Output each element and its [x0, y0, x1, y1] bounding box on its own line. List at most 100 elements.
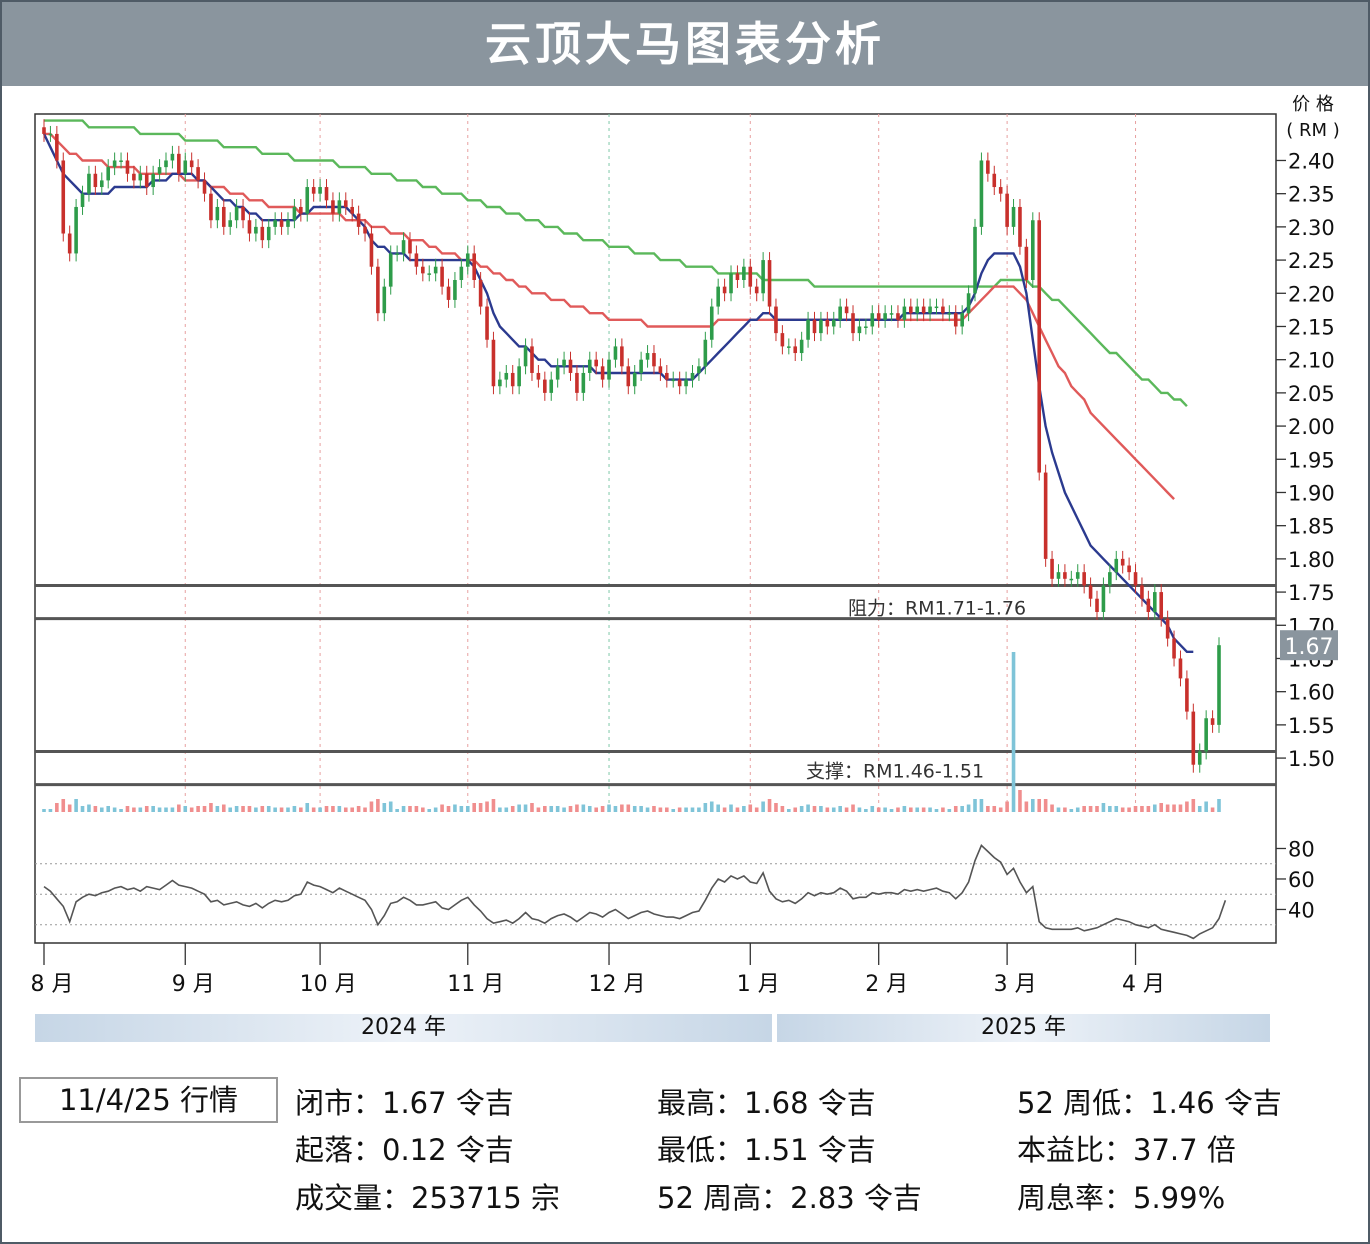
candle-body	[594, 359, 598, 367]
candle-body	[851, 313, 855, 334]
candle-body	[1165, 618, 1170, 639]
volume-bar	[851, 804, 855, 812]
volume-bar	[652, 806, 656, 812]
price-tick-label: 1.75	[1288, 581, 1335, 605]
candle-body	[806, 319, 810, 340]
volume-bar	[864, 809, 868, 812]
candle-body	[286, 220, 290, 227]
candle-body	[189, 160, 194, 168]
volume-bar	[921, 807, 926, 812]
volume-bar	[889, 809, 894, 812]
candle-body	[1088, 585, 1093, 599]
candle-body	[857, 326, 862, 334]
volume-bar	[125, 806, 130, 812]
candle-body	[889, 313, 894, 315]
volume-bar	[1146, 806, 1151, 812]
volume-bar	[639, 806, 643, 812]
candle-body	[1197, 751, 1202, 765]
candle-body	[144, 173, 149, 188]
volume-bar	[311, 807, 316, 812]
current-price-label: 1.67	[1285, 635, 1334, 660]
candle-body	[774, 306, 778, 334]
volume-bar	[909, 807, 913, 812]
candle-body	[510, 372, 515, 387]
candle-body	[787, 346, 791, 348]
candle-body	[754, 286, 759, 294]
chart-title: 云顶大马图表分析	[485, 17, 885, 71]
volume-bar	[973, 799, 977, 812]
candle-body	[947, 313, 952, 315]
volume-bar	[1108, 806, 1112, 812]
volume-bar	[260, 806, 265, 812]
volume-bar	[729, 804, 733, 812]
volume-bar	[671, 809, 676, 812]
candle-body	[934, 306, 939, 309]
volume-bar	[177, 804, 181, 812]
candle-body	[440, 266, 444, 287]
candle-body	[324, 187, 329, 201]
stat-dividend-yield: 周息率：5.99%	[1017, 1181, 1226, 1215]
support-label: 支撑：RM1.46-1.51	[806, 760, 984, 782]
volume-bar	[1165, 804, 1170, 812]
candle-body	[254, 226, 258, 234]
candle-body	[844, 306, 849, 314]
candle-body	[164, 160, 168, 168]
volume-bar	[966, 804, 971, 812]
candle-body	[1024, 246, 1029, 280]
candle-body	[42, 127, 46, 134]
candle-body	[966, 293, 971, 314]
candle-body	[819, 319, 823, 334]
candle-body	[279, 220, 284, 227]
candle-body	[716, 286, 720, 307]
candle-body	[780, 333, 785, 347]
volume-bar	[369, 801, 374, 812]
price-axis-title: 价 格	[1292, 94, 1334, 115]
volume-bar	[254, 807, 258, 812]
candle-body	[234, 206, 239, 221]
volume-bar	[48, 809, 53, 812]
volume-bar	[581, 804, 586, 812]
price-axis-unit: ( RM )	[1286, 120, 1340, 141]
month-label: 10 月	[300, 972, 357, 997]
price-tick-label: 2.35	[1288, 183, 1335, 207]
candle-body	[343, 200, 348, 207]
candle-body	[523, 346, 528, 367]
candle-body	[112, 160, 117, 168]
stat-pe-ratio: 本益比：37.7 倍	[1017, 1133, 1236, 1167]
volume-bar	[87, 804, 91, 812]
volume-bar	[382, 803, 387, 812]
volume-bar	[112, 807, 117, 812]
candle-body	[1005, 193, 1009, 227]
date-label: 11/4/25 行情	[19, 1077, 278, 1123]
volume-bar	[575, 804, 579, 812]
candle-body	[761, 260, 765, 294]
volume-bar	[157, 807, 162, 812]
candle-body	[1101, 585, 1106, 612]
volume-bar	[517, 804, 521, 812]
candle-body	[1172, 638, 1176, 659]
candle-body	[568, 359, 573, 373]
volume-bar	[1082, 806, 1086, 812]
candle-body	[1159, 592, 1164, 619]
volume-bar	[164, 807, 168, 812]
candle-body	[1037, 220, 1042, 473]
volume-bar	[1088, 806, 1093, 812]
candle-body	[67, 233, 72, 254]
candle-body	[1050, 558, 1054, 579]
month-label: 8 月	[31, 972, 74, 997]
candle-body	[1056, 572, 1061, 579]
candle-body	[433, 266, 438, 274]
candle-body	[812, 319, 817, 334]
volume-bar	[998, 807, 1003, 812]
volume-bar	[350, 807, 354, 812]
volume-bar	[555, 806, 560, 812]
candle-body	[652, 353, 656, 367]
candle-body	[748, 266, 753, 287]
candle-body	[709, 306, 714, 340]
candle-body	[883, 313, 887, 320]
volume-bar	[446, 806, 451, 812]
candle-body	[697, 366, 701, 373]
stat-high: 最高：1.68 令吉	[657, 1086, 876, 1120]
volume-bar	[536, 807, 541, 812]
candle-body	[645, 353, 650, 360]
